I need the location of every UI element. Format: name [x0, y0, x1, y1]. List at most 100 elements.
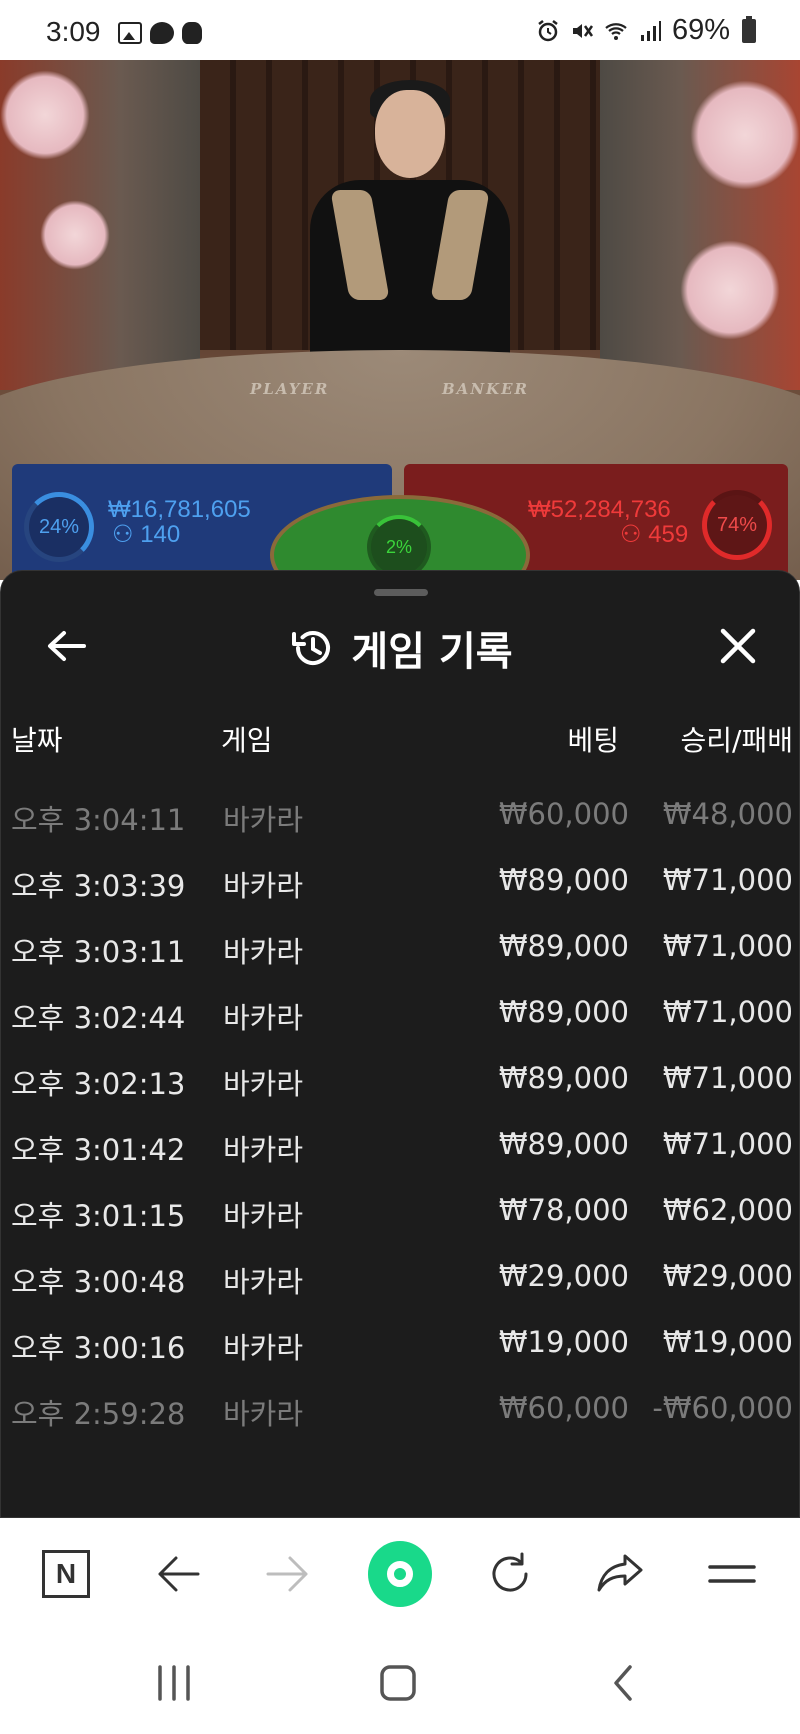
table-label-player: PLAYER	[250, 380, 330, 398]
table-row[interactable]: 오후 3:03:11 바카라 ₩89,000 ₩71,000	[1, 929, 800, 973]
status-time: 3:09	[46, 16, 101, 47]
row-bet: ₩60,000	[498, 797, 629, 831]
row-game: 바카라	[223, 935, 304, 969]
reload-icon	[492, 1552, 528, 1592]
row-date: 오후 3:04:11	[11, 803, 186, 837]
player-percent-ring: 24%	[24, 492, 94, 562]
row-bet: ₩89,000	[498, 1061, 629, 1095]
row-date: 오후 2:59:28	[11, 1397, 186, 1431]
table-header: 날짜 게임 베팅 승리/패배	[1, 719, 800, 759]
close-icon	[720, 628, 756, 664]
row-result: -₩60,000	[652, 1391, 793, 1425]
row-game: 바카라	[223, 803, 304, 837]
home-icon	[368, 1541, 432, 1607]
status-bar: 3:09 69%	[0, 0, 800, 60]
row-result: ₩71,000	[662, 929, 793, 963]
table-row[interactable]: 오후 3:03:39 바카라 ₩89,000 ₩71,000	[1, 863, 800, 907]
row-result: ₩62,000	[662, 1193, 793, 1227]
row-game: 바카라	[223, 1397, 304, 1431]
row-bet: ₩29,000	[498, 1259, 629, 1293]
browser-home-button[interactable]	[368, 1541, 432, 1607]
row-result: ₩48,000	[662, 797, 793, 831]
row-bet: ₩89,000	[498, 1127, 629, 1161]
row-date: 오후 3:01:42	[11, 1133, 186, 1167]
reload-button[interactable]	[478, 1542, 542, 1606]
battery-icon	[742, 15, 756, 43]
row-game: 바카라	[223, 869, 304, 903]
row-game: 바카라	[223, 1067, 304, 1101]
table-row[interactable]: 오후 3:02:13 바카라 ₩89,000 ₩71,000	[1, 1061, 800, 1105]
row-date: 오후 3:02:13	[11, 1067, 186, 1101]
status-indicators: 69%	[536, 14, 756, 47]
browser-back-button[interactable]	[146, 1542, 210, 1606]
alarm-icon	[538, 19, 558, 41]
forward-arrow-icon	[266, 1556, 308, 1592]
history-icon	[289, 625, 335, 671]
row-game: 바카라	[223, 1199, 304, 1233]
recents-icon	[158, 1665, 190, 1701]
dealer	[300, 70, 520, 380]
notification-icons	[118, 22, 202, 44]
game-history-panel: 게임 기록 날짜 게임 베팅 승리/패배 오후 3:04:11 바카라 ₩60,…	[0, 570, 800, 1518]
system-back-button[interactable]	[594, 1658, 654, 1708]
mute-icon	[572, 23, 593, 38]
row-result: ₩19,000	[662, 1325, 793, 1359]
signal-icon	[640, 20, 661, 41]
column-header-game: 게임	[221, 724, 273, 757]
share-icon	[597, 1554, 643, 1592]
blossom-decoration	[0, 70, 90, 160]
table-row[interactable]: 오후 3:01:15 바카라 ₩78,000 ₩62,000	[1, 1193, 800, 1237]
player-bettor-count: ⚇ 140	[112, 521, 181, 548]
wifi-icon	[605, 22, 627, 40]
row-date: 오후 3:00:48	[11, 1265, 186, 1299]
column-header-date: 날짜	[11, 724, 63, 757]
row-bet: ₩89,000	[498, 863, 629, 897]
row-date: 오후 3:02:44	[11, 1001, 186, 1035]
row-result: ₩71,000	[662, 995, 793, 1029]
banker-bettor-count: ⚇ 459	[620, 521, 689, 548]
row-bet: ₩89,000	[498, 995, 629, 1029]
row-result: ₩29,000	[662, 1259, 793, 1293]
table-row[interactable]: 오후 3:01:42 바카라 ₩89,000 ₩71,000	[1, 1127, 800, 1171]
system-nav-bar	[0, 1628, 800, 1734]
table-row[interactable]: 오후 3:02:44 바카라 ₩89,000 ₩71,000	[1, 995, 800, 1039]
menu-button[interactable]	[700, 1542, 764, 1606]
close-button[interactable]	[713, 621, 763, 671]
row-bet: ₩19,000	[498, 1325, 629, 1359]
gallery-icon	[118, 22, 142, 44]
row-game: 바카라	[223, 1265, 304, 1299]
game-icon	[182, 22, 202, 44]
row-date: 오후 3:00:16	[11, 1331, 186, 1365]
system-home-button[interactable]	[368, 1658, 428, 1708]
row-game: 바카라	[223, 1001, 304, 1035]
battery-percent: 69%	[671, 14, 730, 46]
blossom-decoration	[40, 200, 110, 270]
table-row[interactable]: 오후 3:00:48 바카라 ₩29,000 ₩29,000	[1, 1259, 800, 1303]
recents-button[interactable]	[144, 1658, 204, 1708]
table-row[interactable]: 오후 3:00:16 바카라 ₩19,000 ₩19,000	[1, 1325, 800, 1369]
row-result: ₩71,000	[662, 863, 793, 897]
home-square-icon	[380, 1665, 416, 1701]
share-button[interactable]	[588, 1542, 652, 1606]
row-date: 오후 3:03:39	[11, 869, 186, 903]
naver-button[interactable]: N	[34, 1542, 98, 1606]
panel-header: 게임 기록	[1, 619, 800, 677]
menu-icon	[708, 1565, 756, 1583]
row-bet: ₩89,000	[498, 929, 629, 963]
browser-toolbar: N	[0, 1518, 800, 1628]
table-row[interactable]: 오후 2:59:28 바카라 ₩60,000 -₩60,000	[1, 1391, 800, 1435]
chat-icon	[150, 22, 174, 44]
naver-icon: N	[42, 1550, 90, 1598]
row-bet: ₩60,000	[498, 1391, 629, 1425]
row-result: ₩71,000	[662, 1061, 793, 1095]
row-date: 오후 3:01:15	[11, 1199, 186, 1233]
row-bet: ₩78,000	[498, 1193, 629, 1227]
browser-forward-button[interactable]	[256, 1542, 320, 1606]
row-game: 바카라	[223, 1133, 304, 1167]
table-label-banker: BANKER	[442, 380, 529, 398]
player-count-value: 140	[140, 521, 181, 548]
back-arrow-icon	[158, 1556, 200, 1592]
table-row[interactable]: 오후 3:04:11 바카라 ₩60,000 ₩48,000	[1, 797, 800, 841]
column-header-result: 승리/패배	[680, 724, 793, 757]
drag-handle[interactable]	[374, 589, 428, 596]
